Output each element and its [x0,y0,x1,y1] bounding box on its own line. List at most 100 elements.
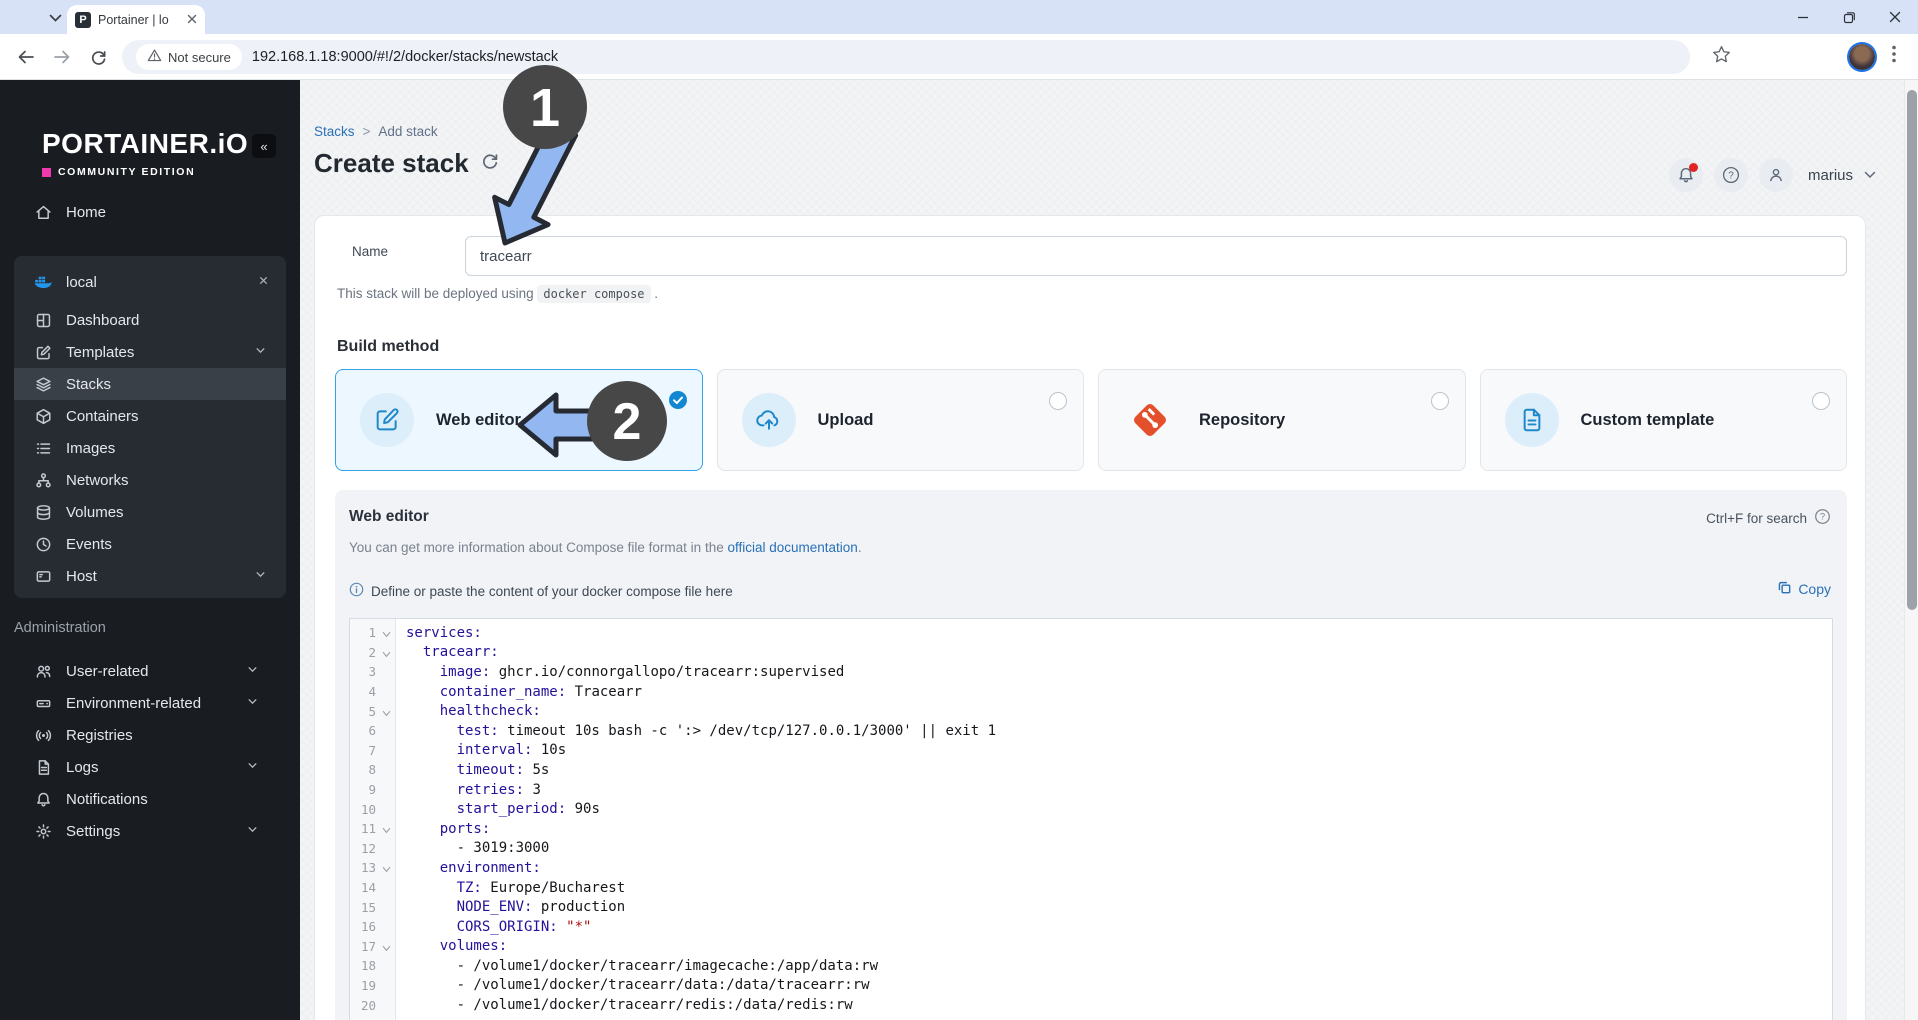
code-line[interactable]: 16 CORS_ORIGIN: "*" [350,917,1832,937]
code-line[interactable]: 1 services: [350,623,1832,643]
warning-icon [147,48,162,66]
sidebar-item-user-related[interactable]: User-related [0,655,300,687]
fold-chevron-icon[interactable] [376,643,396,662]
url-text[interactable]: 192.168.1.18:9000/#!/2/docker/stacks/new… [252,49,558,65]
code-line[interactable]: 6 test: timeout 10s bash -c ':> /dev/tcp… [350,721,1832,741]
code-line[interactable]: 10 start_period: 90s [350,799,1832,819]
radio-unselected-icon[interactable] [1430,392,1449,410]
code-line[interactable]: 7 interval: 10s [350,741,1832,761]
fold-chevron-icon[interactable] [376,858,396,877]
reload-button[interactable] [86,45,110,69]
browser-profile-avatar[interactable] [1849,44,1875,70]
sidebar-item-home[interactable]: Home [0,196,300,228]
tab-search-button[interactable] [42,7,68,29]
url-bar[interactable]: Not secure 192.168.1.18:9000/#!/2/docker… [122,40,1690,74]
browser-tab[interactable]: P Portainer | lo [67,5,205,34]
window-restore-button[interactable] [1826,0,1872,34]
window-close-button[interactable] [1872,0,1918,34]
page-scrollbar[interactable] [1904,80,1918,1020]
copy-button[interactable]: Copy [1777,580,1831,598]
fold-chevron-icon[interactable] [376,623,396,642]
code-text: NODE_ENV: production [406,899,626,916]
code-text: retries: 3 [406,781,541,798]
sidebar-item-host[interactable]: Host [14,560,286,592]
images-icon [34,440,52,457]
sidebar-item-networks[interactable]: Networks [14,464,286,496]
code-text: ports: [406,820,491,837]
scrollbar-thumb[interactable] [1907,90,1917,610]
sidebar-item-stacks[interactable]: Stacks [14,368,286,400]
sidebar-item-environment-related[interactable]: Environment-related [0,687,300,719]
help-button[interactable]: ? [1713,158,1748,192]
sidebar-item-registries[interactable]: Registries [0,719,300,751]
radio-unselected-icon[interactable] [1812,392,1830,410]
sidebar-item-dashboard[interactable]: Dashboard [14,304,286,336]
line-number: 19 [360,977,376,993]
code-text: tracearr: [406,644,499,661]
sidebar-item-templates[interactable]: Templates [14,336,286,368]
line-number: 12 [360,840,376,856]
user-menu-chevron-icon[interactable] [1864,166,1876,184]
help-circle-icon[interactable]: ? [1814,508,1831,528]
sidebar-item-volumes[interactable]: Volumes [14,496,286,528]
code-line[interactable]: 11 ports: [350,819,1832,839]
code-line[interactable]: 4 container_name: Tracearr [350,682,1832,702]
code-line[interactable]: 17 volumes: [350,937,1832,957]
code-line[interactable]: 13 environment: [350,858,1832,878]
page-title: Create stack [314,148,469,178]
code-line[interactable]: 8 timeout: 5s [350,760,1832,780]
window-minimize-button[interactable] [1780,0,1826,34]
breadcrumb-stacks-link[interactable]: Stacks [314,124,355,139]
sidebar-environment-local[interactable]: local [14,264,286,300]
code-line[interactable]: 19 - /volume1/docker/tracearr/data:/data… [350,976,1832,996]
browser-menu-icon[interactable] [1892,45,1896,68]
sidebar: PORTAINER.iO COMMUNITY EDITION « Home lo… [0,80,300,1020]
code-line[interactable]: 12 - 3019:3000 [350,839,1832,859]
code-line[interactable]: 2 tracearr: [350,643,1832,663]
code-line[interactable]: 18 - /volume1/docker/tracearr/imagecache… [350,956,1832,976]
compose-code-editor[interactable]: 1 services: 2 tracearr: 3 image: ghcr.io/co… [349,618,1833,1020]
close-icon[interactable] [257,274,270,291]
sidebar-collapse-button[interactable]: « [252,134,276,158]
bookmark-star-icon[interactable] [1712,45,1731,69]
user-avatar[interactable] [1758,158,1793,192]
sidebar-item-events[interactable]: Events [14,528,286,560]
build-method-repository[interactable]: Repository [1098,369,1466,471]
notifications-button[interactable] [1668,158,1703,192]
chevron-down-icon [245,662,260,681]
code-line[interactable]: 14 TZ: Europe/Bucharest [350,878,1832,898]
edit-icon [360,393,414,447]
main-content: Stacks>Add stack Create stack ? marius [300,80,1918,1020]
compose-info-text: You can get more information about Compo… [349,540,862,555]
tab-close-icon[interactable] [187,11,197,29]
back-button[interactable] [14,45,38,69]
build-method-web-editor[interactable]: Web editor [335,369,703,471]
build-method-custom-template[interactable]: Custom template [1479,369,1847,471]
code-line[interactable]: 9 retries: 3 [350,780,1832,800]
sidebar-item-images[interactable]: Images [14,432,286,464]
refresh-icon[interactable] [481,152,499,175]
selected-check-icon [668,390,688,410]
code-line[interactable]: 5 healthcheck: [350,701,1832,721]
code-text: - /volume1/docker/tracearr/imagecache:/a… [406,957,879,974]
sidebar-item-settings[interactable]: Settings [0,815,300,847]
user-name[interactable]: marius [1808,167,1853,184]
sidebar-item-containers[interactable]: Containers [14,400,286,432]
fold-chevron-icon[interactable] [376,937,396,956]
forward-button[interactable] [50,45,74,69]
sidebar-item-notifications[interactable]: Notifications [0,783,300,815]
official-documentation-link[interactable]: official documentation [727,540,857,555]
code-line[interactable]: 20 - /volume1/docker/tracearr/redis:/dat… [350,995,1832,1015]
code-line[interactable]: 15 NODE_ENV: production [350,897,1832,917]
sidebar-item-logs[interactable]: Logs [0,751,300,783]
fold-chevron-icon[interactable] [376,819,396,838]
code-line[interactable]: 3 image: ghcr.io/connorgallopo/tracearr:… [350,662,1832,682]
not-secure-chip[interactable]: Not secure [136,44,242,70]
fold-chevron-icon[interactable] [376,702,396,721]
edition-label: COMMUNITY EDITION [42,166,195,178]
stack-name-input[interactable] [465,236,1847,276]
build-method-upload[interactable]: Upload [716,369,1084,471]
radio-unselected-icon[interactable] [1049,392,1067,410]
